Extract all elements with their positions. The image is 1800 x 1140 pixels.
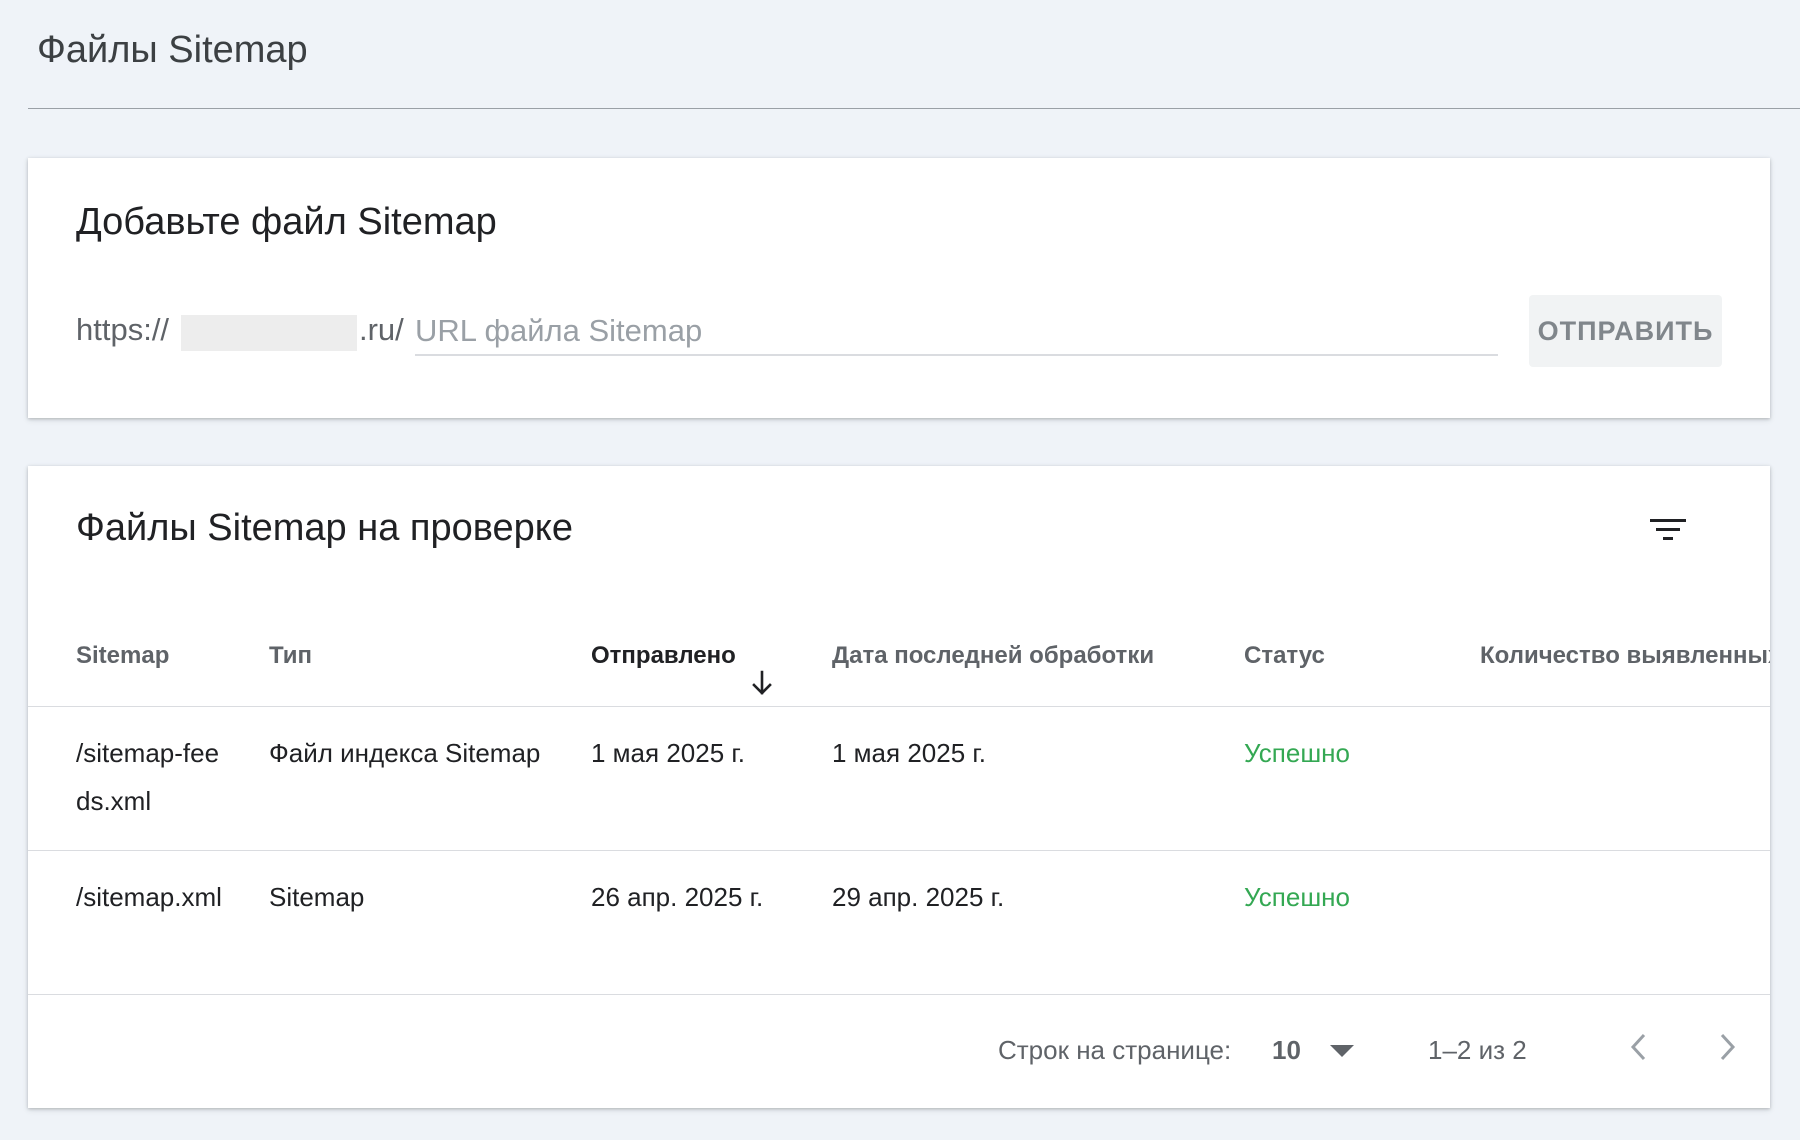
column-header-processed[interactable]: Дата последней обработки: [832, 606, 1154, 706]
table-pagination: Строк на странице: 10 1–2 из 2: [28, 995, 1770, 1108]
row-processed-date: 1 мая 2025 г.: [832, 738, 986, 768]
filter-list-icon[interactable]: [1646, 508, 1690, 552]
url-prefix: https://: [76, 312, 170, 347]
add-sitemap-card: Добавьте файл Sitemap https:// .ru/ ОТПР…: [28, 158, 1770, 418]
submit-button[interactable]: ОТПРАВИТЬ: [1529, 295, 1722, 367]
row-sent-date: 26 апр. 2025 г.: [591, 882, 764, 912]
row-type: Sitemap: [269, 882, 365, 912]
table-row[interactable]: /sitemap-feeds.xml Файл индекса Sitemap …: [28, 707, 1770, 851]
title-divider: [28, 108, 1800, 109]
pagination-range: 1–2 из 2: [1428, 1035, 1527, 1065]
rows-per-page-label: Строк на странице:: [998, 1035, 1232, 1065]
column-header-count[interactable]: Количество выявленных: [1480, 606, 1770, 706]
dropdown-arrow-icon: [1328, 1043, 1356, 1059]
row-sitemap-path[interactable]: /sitemap.xml: [76, 873, 226, 921]
column-header-sitemap[interactable]: Sitemap: [76, 606, 169, 706]
url-suffix: .ru/: [359, 312, 404, 347]
chevron-right-icon[interactable]: [1704, 1025, 1748, 1069]
table-row[interactable]: /sitemap.xml Sitemap 26 апр. 2025 г. 29 …: [28, 851, 1770, 995]
row-status: Успешно: [1244, 882, 1350, 912]
column-header-type[interactable]: Тип: [269, 606, 312, 706]
rows-per-page-select[interactable]: 10: [1272, 1029, 1372, 1073]
row-processed-date: 29 апр. 2025 г.: [832, 882, 1005, 912]
column-header-sent[interactable]: Отправлено: [591, 606, 774, 706]
row-type: Файл индекса Sitemap: [269, 738, 541, 768]
table-header: Sitemap Тип Отправлено Дата последней об…: [28, 606, 1770, 707]
row-sent-date: 1 мая 2025 г.: [591, 738, 745, 768]
page-title: Файлы Sitemap: [37, 29, 308, 71]
column-header-sent-label: Отправлено: [591, 642, 736, 669]
rows-per-page-value: 10: [1272, 1035, 1301, 1065]
submitted-sitemaps-title: Файлы Sitemap на проверке: [76, 507, 573, 549]
chevron-left-icon[interactable]: [1618, 1025, 1662, 1069]
arrow-down-icon: [750, 640, 774, 695]
column-header-status[interactable]: Статус: [1244, 606, 1325, 706]
masked-domain: [181, 315, 357, 351]
add-sitemap-title: Добавьте файл Sitemap: [76, 201, 497, 243]
submitted-sitemaps-card: Файлы Sitemap на проверке Sitemap Тип От…: [28, 466, 1770, 1108]
row-status: Успешно: [1244, 738, 1350, 768]
sitemap-url-input[interactable]: [415, 308, 1498, 356]
row-sitemap-path[interactable]: /sitemap-feeds.xml: [76, 729, 226, 825]
